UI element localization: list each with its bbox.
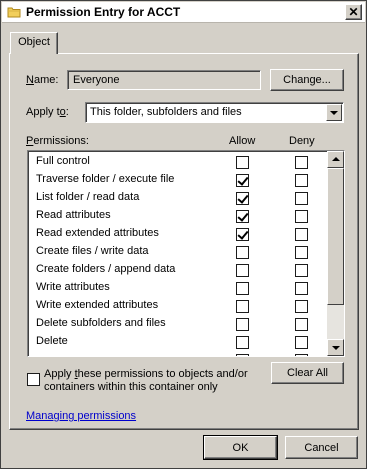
permission-row xyxy=(28,351,328,356)
permission-name: List folder / read data xyxy=(36,191,140,203)
deny-checkbox[interactable] xyxy=(295,264,308,277)
allow-checkbox[interactable] xyxy=(236,210,249,223)
permission-row: Traverse folder / execute file xyxy=(28,171,328,189)
cancel-button[interactable]: Cancel xyxy=(285,436,358,459)
allow-checkbox[interactable] xyxy=(236,174,249,187)
managing-permissions-link[interactable]: Managing permissions xyxy=(26,410,136,422)
deny-checkbox[interactable] xyxy=(295,210,308,223)
apply-to-children-checkbox[interactable] xyxy=(27,373,40,386)
permission-name: Read attributes xyxy=(36,209,111,221)
permission-row: Create files / write data xyxy=(28,243,328,261)
name-value: Everyone xyxy=(73,74,120,86)
apply-to-label-rest: : xyxy=(65,106,69,118)
change-button[interactable]: Change... xyxy=(270,69,344,91)
deny-checkbox[interactable] xyxy=(295,156,308,169)
permission-row: Full control xyxy=(28,153,328,171)
deny-checkbox[interactable] xyxy=(295,192,308,205)
permissions-label: Permissions: xyxy=(26,135,89,147)
permission-row: Delete xyxy=(28,333,328,351)
clear-all-button[interactable]: Clear All xyxy=(271,362,344,384)
allow-checkbox[interactable] xyxy=(236,228,249,241)
deny-header: Deny xyxy=(289,135,315,147)
permissions-list[interactable]: Delete Delete subfolders and files Write e… xyxy=(27,150,345,357)
deny-checkbox[interactable] xyxy=(295,318,308,331)
permission-name: Read extended attributes xyxy=(36,227,159,239)
apply-to-children-label-line2: containers within this container only xyxy=(44,381,218,393)
apply-to-dropdown[interactable]: This folder, subfolders and files xyxy=(85,102,344,123)
permission-row: Write extended attributes xyxy=(28,297,328,315)
allow-checkbox[interactable] xyxy=(236,282,249,295)
allow-checkbox[interactable] xyxy=(236,156,249,169)
allow-header: Allow xyxy=(229,135,256,147)
deny-checkbox[interactable] xyxy=(295,282,308,295)
allow-checkbox[interactable] xyxy=(236,354,249,356)
scrollbar-thumb[interactable] xyxy=(327,168,344,305)
allow-checkbox[interactable] xyxy=(236,300,249,313)
permission-name: Delete xyxy=(36,335,68,347)
clear-all-label: Clear All xyxy=(287,367,328,379)
tab-object-label: Object xyxy=(18,36,50,48)
scroll-down-icon[interactable] xyxy=(327,339,344,356)
deny-checkbox[interactable] xyxy=(295,228,308,241)
allow-checkbox[interactable] xyxy=(236,264,249,277)
name-field: Everyone xyxy=(67,70,261,90)
allow-checkbox[interactable] xyxy=(236,318,249,331)
permissions-label-rest: ermissions: xyxy=(33,135,89,147)
apply-to-label-prefix: Apply t xyxy=(26,106,60,118)
permission-name: Create folders / append data xyxy=(36,263,176,275)
permission-name: Delete subfolders and files xyxy=(36,317,166,329)
vertical-scrollbar[interactable] xyxy=(327,151,344,356)
allow-checkbox[interactable] xyxy=(236,336,249,349)
apply-to-children-label-line1: Apply these permissions to objects and/o… xyxy=(44,368,248,380)
apply-to-label: Apply to: xyxy=(26,106,69,118)
permission-entry-dialog: Permission Entry for ACCT ✕ Object Name:… xyxy=(0,0,367,469)
allow-checkbox[interactable] xyxy=(236,192,249,205)
apply-inherit-prefix: Apply xyxy=(44,368,75,380)
permission-row: List folder / read data xyxy=(28,189,328,207)
tab-object[interactable]: Object xyxy=(10,32,58,54)
permission-row: Read attributes xyxy=(28,207,328,225)
window-title: Permission Entry for ACCT xyxy=(26,5,181,19)
name-label: Name: xyxy=(26,74,58,86)
deny-checkbox[interactable] xyxy=(295,300,308,313)
deny-checkbox[interactable] xyxy=(295,174,308,187)
permission-row: Delete subfolders and files xyxy=(28,315,328,333)
close-icon[interactable]: ✕ xyxy=(345,4,362,20)
permission-name: Traverse folder / execute file xyxy=(36,173,175,185)
permission-name: Write attributes xyxy=(36,281,110,293)
chevron-down-icon[interactable] xyxy=(326,104,342,121)
permission-row: Write attributes xyxy=(28,279,328,297)
scroll-up-icon[interactable] xyxy=(327,151,344,168)
ok-button[interactable]: OK xyxy=(203,435,278,460)
permission-row: Create folders / append data xyxy=(28,261,328,279)
name-label-rest: ame: xyxy=(33,74,59,86)
change-button-label: Change... xyxy=(283,74,331,86)
deny-checkbox[interactable] xyxy=(295,336,308,349)
title-bar: Permission Entry for ACCT ✕ xyxy=(2,2,365,23)
permission-name: Write extended attributes xyxy=(36,299,159,311)
name-label-accel: N xyxy=(26,74,34,86)
permission-name: Create files / write data xyxy=(36,245,149,257)
cancel-label: Cancel xyxy=(304,441,339,454)
allow-checkbox[interactable] xyxy=(236,246,249,259)
ok-label: OK xyxy=(232,441,249,454)
folder-icon xyxy=(7,7,21,18)
permission-row: Read extended attributes xyxy=(28,225,328,243)
apply-inherit-rest: hese permissions to objects and/or xyxy=(77,368,248,380)
deny-checkbox[interactable] xyxy=(295,354,308,356)
permission-name: Full control xyxy=(36,155,90,167)
deny-checkbox[interactable] xyxy=(295,246,308,259)
apply-to-value: This folder, subfolders and files xyxy=(90,106,242,118)
